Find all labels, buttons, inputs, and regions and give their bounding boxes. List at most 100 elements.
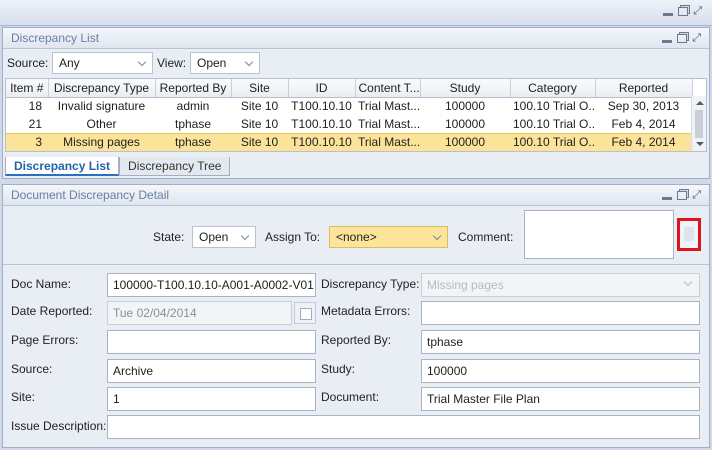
- table-cell-id: T100.10.10: [291, 116, 352, 131]
- table-row[interactable]: 21 Other tphase Site 10 T100.10.10 Trial Mast…: [6, 115, 692, 133]
- table-cell-site: Site 10: [231, 132, 288, 151]
- table-cell-id: T100.10.10: [291, 99, 352, 114]
- table-cell-reported: Feb 4, 2014: [611, 116, 676, 131]
- table-cell-study: 100000: [444, 116, 486, 131]
- table-cell-content: Trial Mast...: [358, 116, 420, 131]
- table-row[interactable]: 18 Invalid signature admin Site 10 T100.10.1…: [6, 97, 692, 115]
- table-cell-type: Document not Mar...: [48, 151, 155, 152]
- issue-description-label: Issue Description:: [11, 419, 107, 433]
- minimize-icon[interactable]: [663, 13, 674, 16]
- column-header[interactable]: Discrepancy Type: [48, 79, 156, 98]
- tab-discrepancy-list[interactable]: Discrepancy List: [5, 157, 120, 176]
- table-cell-site: Site 10: [240, 116, 279, 131]
- restore-icon[interactable]: [677, 33, 688, 43]
- maximize-icon[interactable]: ⤢: [692, 190, 701, 201]
- table-row[interactable]: 4Document not Mar...adminSite 10T100.10.…: [6, 151, 692, 152]
- state-dropdown[interactable]: Open: [192, 226, 256, 248]
- table-cell-category: 100.10 Trial O...: [510, 132, 595, 151]
- doc-name-field[interactable]: 100000-T100.10.10-A001-A0002-V01: [107, 273, 316, 297]
- chevron-down-icon: [138, 58, 147, 67]
- vertical-scrollbar[interactable]: [691, 96, 706, 151]
- reported-by-label: Reported By:: [321, 333, 392, 347]
- detail-panel-titlebar: Document Discrepancy Detail ⤢: [3, 185, 709, 206]
- table-header: Item # Discrepancy Type Reported By Site…: [6, 79, 693, 98]
- restore-icon[interactable]: [677, 190, 688, 200]
- table-cell-content: Trial Mast...: [355, 151, 420, 152]
- table-cell-reported: Feb 6, 2014: [595, 151, 692, 152]
- column-header[interactable]: ID: [288, 79, 356, 98]
- column-header[interactable]: Site: [231, 79, 289, 98]
- document-field[interactable]: Trial Master File Plan: [421, 387, 700, 411]
- scroll-thumb[interactable]: [695, 110, 703, 138]
- top-window-bar: ⤢: [0, 0, 712, 26]
- column-header[interactable]: Reported By: [155, 79, 232, 98]
- highlighted-scroll-control[interactable]: [677, 218, 701, 251]
- minimize-icon[interactable]: [662, 40, 673, 43]
- doc-name-label: Doc Name:: [11, 277, 72, 291]
- column-header[interactable]: Reported: [595, 79, 693, 98]
- table-cell-category: 100.10 Trial O...: [510, 151, 595, 152]
- study-label: Study:: [321, 362, 356, 376]
- source-filter-value: Any: [59, 56, 80, 70]
- table-cell-content: Trial Mast...: [358, 99, 420, 114]
- site-label: Site:: [11, 390, 36, 404]
- scroll-down-icon[interactable]: [696, 142, 704, 146]
- state-value: Open: [199, 230, 229, 244]
- list-panel-titlebar: Discrepancy List ⤢: [3, 28, 709, 49]
- tab-discrepancy-tree[interactable]: Discrepancy Tree: [119, 157, 231, 176]
- study-field[interactable]: 100000: [421, 359, 700, 383]
- table-cell-study: 100000: [420, 132, 510, 151]
- table-cell-item: 3: [6, 132, 48, 151]
- list-panel-title: Discrepancy List: [11, 31, 100, 45]
- column-header[interactable]: Study: [420, 79, 511, 98]
- page-errors-field[interactable]: [107, 330, 316, 354]
- list-tabs: Discrepancy List Discrepancy Tree: [5, 157, 231, 177]
- table-cell-id: T100.10.10: [288, 132, 355, 151]
- table-cell-reported: Sep 30, 2013: [607, 99, 680, 114]
- source-filter-dropdown[interactable]: Any: [52, 52, 153, 74]
- state-label: State:: [153, 230, 185, 244]
- table-cell-item: 4: [6, 151, 48, 152]
- reported-by-field[interactable]: tphase: [421, 330, 700, 354]
- metadata-errors-field[interactable]: [421, 301, 700, 325]
- table-cell-type: Other: [86, 116, 117, 131]
- table-cell-study: 100000: [444, 99, 486, 114]
- source-field[interactable]: Archive: [107, 359, 316, 383]
- page-errors-label: Page Errors:: [11, 333, 79, 347]
- comment-textarea[interactable]: [524, 210, 674, 259]
- view-filter-value: Open: [197, 56, 227, 70]
- comment-label: Comment:: [458, 230, 514, 244]
- view-filter-label: View:: [157, 56, 187, 70]
- assign-to-value: <none>: [336, 230, 377, 244]
- assign-to-dropdown[interactable]: <none>: [329, 226, 448, 248]
- metadata-errors-label: Metadata Errors:: [321, 304, 411, 318]
- table-cell-by: tphase: [155, 132, 231, 151]
- view-filter-dropdown[interactable]: Open: [190, 52, 260, 74]
- table-cell-site: Site 10: [240, 99, 279, 114]
- table-row[interactable]: 3 Missing pages tphase Site 10 T100.10.10 Tri…: [6, 132, 692, 151]
- maximize-icon[interactable]: ⤢: [692, 33, 701, 44]
- column-header[interactable]: Content T...: [355, 79, 421, 98]
- table-cell-by: admin: [176, 99, 210, 114]
- column-header[interactable]: Category: [510, 79, 596, 98]
- table-cell-category: 100.10 Trial O...: [513, 116, 595, 131]
- restore-icon[interactable]: [678, 6, 689, 16]
- chevron-down-icon: [241, 232, 250, 241]
- calendar-icon: [294, 302, 316, 324]
- issue-description-field[interactable]: [107, 415, 700, 439]
- minimize-icon[interactable]: [662, 197, 673, 200]
- table-cell-category: 100.10 Trial O...: [513, 99, 595, 114]
- scroll-handle-icon: [684, 227, 694, 241]
- chevron-down-icon: [433, 232, 442, 241]
- table-cell-by: tphase: [174, 116, 212, 131]
- document-label: Document:: [321, 390, 380, 404]
- chevron-down-icon: [683, 277, 693, 287]
- assign-to-label: Assign To:: [265, 230, 321, 244]
- scroll-up-icon[interactable]: [696, 101, 704, 105]
- site-field[interactable]: 1: [107, 387, 316, 411]
- table-cell-type: Invalid signature: [57, 99, 146, 114]
- table-cell-by: admin: [155, 151, 231, 152]
- discrepancy-table: Item # Discrepancy Type Reported By Site…: [5, 78, 707, 152]
- column-header[interactable]: Item #: [6, 79, 49, 98]
- maximize-icon[interactable]: ⤢: [693, 6, 702, 17]
